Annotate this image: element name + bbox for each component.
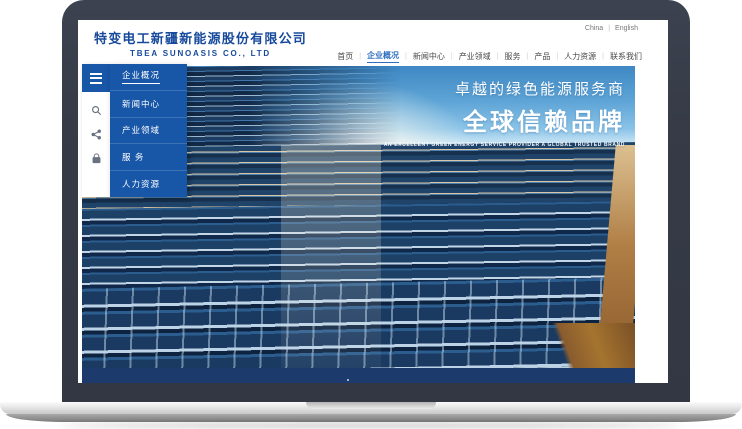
side-menu-item-news-center[interactable]: 新闻中心 (110, 91, 187, 118)
nav-separator: | (359, 53, 361, 60)
nav-item-industry-fields[interactable]: 产业领域 (459, 51, 491, 63)
nav-item-company-profile[interactable]: 企业概况 (367, 50, 399, 63)
side-menu-label: 企业概况 (122, 69, 160, 84)
side-menu-item-company-profile[interactable]: 企业概况 (110, 64, 187, 91)
company-name-en: TBEA SUNOASIS CO., LTD (94, 49, 307, 58)
side-menu: 企业概况 新闻中心 产业领域 服 务 人力资源 (110, 64, 187, 197)
lock-icon[interactable] (91, 153, 102, 164)
nav-item-contact-us[interactable]: 联系我们 (610, 51, 642, 63)
side-menu-label: 产业领域 (122, 124, 160, 136)
side-menu-label: 新闻中心 (122, 98, 160, 110)
laptop-shadow (60, 423, 682, 428)
laptop-mockup: China | English 特变电工新疆新能源股份有限公司 TBEA SUN… (0, 0, 742, 429)
nav-item-services[interactable]: 服务 (505, 51, 521, 63)
language-switcher: China | English (585, 25, 638, 32)
side-menu-item-services[interactable]: 服 务 (110, 144, 187, 171)
search-icon[interactable] (91, 105, 102, 116)
browser-viewport: China | English 特变电工新疆新能源股份有限公司 TBEA SUN… (78, 20, 668, 383)
dirt-corner (508, 323, 635, 368)
nav-separator: | (556, 53, 558, 60)
company-name-zh: 特变电工新疆新能源股份有限公司 (94, 28, 307, 47)
hero-tagline: 卓越的绿色能源服务商 (384, 78, 625, 99)
page-footer-strip (82, 368, 635, 383)
side-menu-item-human-resources[interactable]: 人力资源 (110, 171, 187, 197)
side-menu-item-industry-fields[interactable]: 产业领域 (110, 118, 187, 145)
nav-separator: | (527, 53, 529, 60)
nav-separator: | (602, 53, 604, 60)
nav-item-news-center[interactable]: 新闻中心 (413, 51, 445, 63)
side-menu-label: 人力资源 (122, 178, 160, 190)
top-navigation: 首页 | 企业概况 | 新闻中心 | 产业领域 | 服务 | 产品 | 人力资源… (337, 50, 642, 63)
nav-separator: | (405, 53, 407, 60)
footer-dot (347, 379, 349, 381)
nav-separator: | (451, 53, 453, 60)
lang-english-link[interactable]: English (615, 25, 638, 32)
sun-reflection (281, 145, 381, 368)
share-icon[interactable] (91, 129, 102, 140)
side-menu-label: 服 务 (122, 151, 144, 163)
laptop-base-notch (306, 402, 436, 409)
nav-item-human-resources[interactable]: 人力资源 (564, 51, 596, 63)
nav-item-products[interactable]: 产品 (534, 51, 550, 63)
lang-china-link[interactable]: China (585, 25, 603, 32)
lang-separator: | (608, 25, 610, 32)
hero-slogan: 卓越的绿色能源服务商 全球信赖品牌 AN EXCELLENT GREEN ENE… (384, 78, 625, 148)
site-logo[interactable]: 特变电工新疆新能源股份有限公司 TBEA SUNOASIS CO., LTD (94, 28, 307, 58)
hero-title: 全球信赖品牌 (384, 102, 625, 137)
menu-icon[interactable] (82, 64, 110, 92)
hero-subtitle-small: AN EXCELLENT GREEN ENERGY SERVICE PROVID… (384, 142, 625, 148)
nav-separator: | (497, 53, 499, 60)
nav-item-home[interactable]: 首页 (337, 51, 353, 63)
laptop-base-edge (6, 414, 736, 422)
side-icon-rail (82, 64, 110, 197)
